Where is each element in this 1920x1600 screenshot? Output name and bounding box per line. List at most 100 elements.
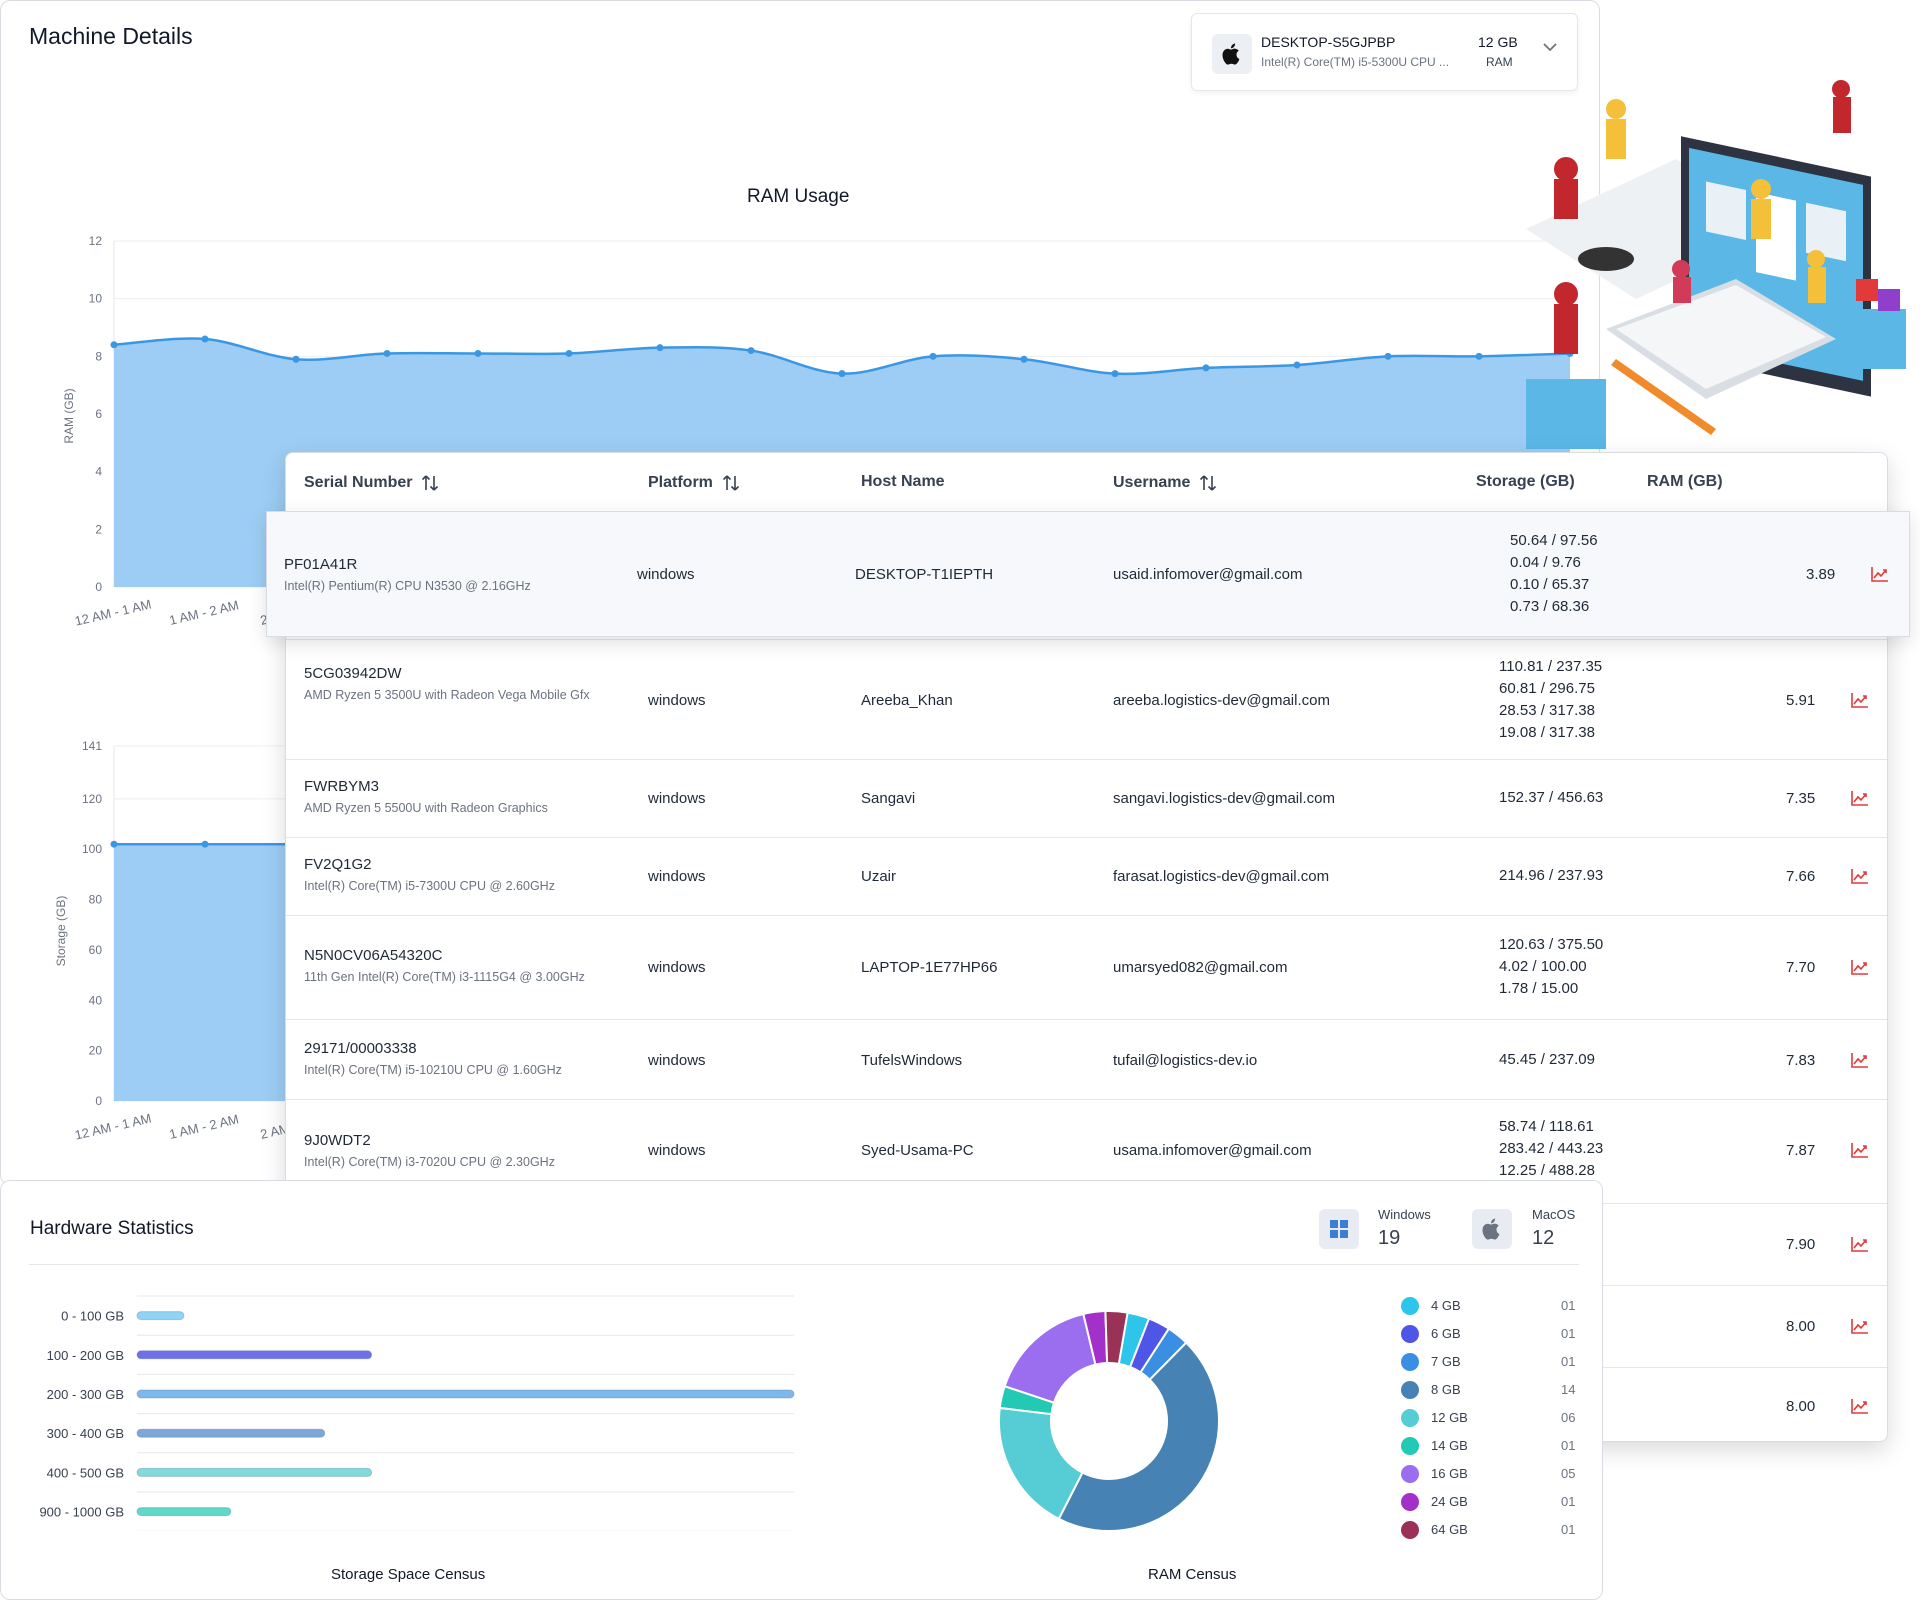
bar: [136, 1428, 326, 1438]
legend-item: 16 GB 05: [1401, 1461, 1581, 1485]
data-point: [1020, 355, 1028, 363]
serial-number: N5N0CV06A54320C: [304, 947, 443, 964]
header-storage: Storage (GB): [1476, 473, 1575, 490]
legend-label: 4 GB: [1431, 1298, 1461, 1313]
bar: [136, 1311, 185, 1321]
trend-chart-icon[interactable]: [1851, 692, 1869, 708]
host-name: LAPTOP-1E77HP66: [861, 959, 998, 976]
os-count-macos: 12: [1532, 1227, 1555, 1249]
ram-value: 7.87: [1786, 1142, 1816, 1159]
serial-number: FWRBYM3: [304, 778, 379, 795]
data-point: [1111, 370, 1119, 378]
header-username[interactable]: Username: [1113, 473, 1218, 493]
x-tick-label: 1 AM - 2 AM: [168, 597, 240, 628]
legend-count: 01: [1561, 1522, 1576, 1537]
trend-chart-icon[interactable]: [1851, 1398, 1869, 1414]
windows-icon: [1319, 1209, 1359, 1249]
chevron-down-icon[interactable]: [1542, 42, 1558, 52]
divider: [29, 1264, 1579, 1265]
selected-ram-value: 12 GB: [1478, 34, 1518, 50]
trend-chart-icon[interactable]: [1851, 790, 1869, 806]
platform: windows: [637, 566, 695, 583]
data-point: [110, 840, 118, 848]
platform: windows: [648, 692, 706, 709]
legend-swatch: [1401, 1493, 1419, 1511]
legend-label: 16 GB: [1431, 1466, 1468, 1481]
category-label: 900 - 1000 GB: [39, 1505, 124, 1520]
y-tick-label: 8: [95, 349, 102, 363]
cpu-model: AMD Ryzen 5 5500U with Radeon Graphics: [304, 801, 548, 815]
ram-y-axis-label: RAM (GB): [62, 388, 76, 443]
storage-values: 152.37 / 456.63: [1499, 789, 1604, 806]
table-row[interactable]: 29171/00003338 Intel(R) Core(TM) i5-10210…: [286, 1019, 1887, 1100]
header-serial-number[interactable]: Serial Number: [304, 473, 440, 493]
trend-chart-icon[interactable]: [1851, 1318, 1869, 1334]
legend-count: 01: [1561, 1494, 1576, 1509]
table-row[interactable]: FWRBYM3 AMD Ryzen 5 5500U with Radeon Gra…: [286, 759, 1887, 838]
serial-number: 29171/00003338: [304, 1040, 417, 1057]
y-tick-label: 80: [89, 893, 103, 907]
username: areeba.logistics-dev@gmail.com: [1113, 692, 1330, 709]
trend-chart-icon[interactable]: [1851, 868, 1869, 884]
data-point: [1202, 364, 1210, 372]
ram-value: 7.90: [1786, 1236, 1816, 1253]
os-name-windows: Windows: [1378, 1207, 1431, 1222]
data-point: [110, 341, 118, 349]
ram-value: 7.70: [1786, 959, 1816, 976]
sort-icon[interactable]: [420, 473, 440, 493]
host-name: Syed-Usama-PC: [861, 1142, 974, 1159]
x-tick-label: 12 AM - 1 AM: [73, 1111, 152, 1143]
cpu-model: AMD Ryzen 5 3500U with Radeon Vega Mobil…: [304, 688, 590, 702]
legend-swatch: [1401, 1381, 1419, 1399]
table-row[interactable]: N5N0CV06A54320C 11th Gen Intel(R) Core(TM…: [286, 915, 1887, 1020]
username: umarsyed082@gmail.com: [1113, 959, 1288, 976]
storage-values: 45.45 / 237.09: [1499, 1051, 1595, 1068]
legend-item: 8 GB 14: [1401, 1377, 1581, 1401]
trend-chart-icon[interactable]: [1851, 1236, 1869, 1252]
trend-chart-icon[interactable]: [1851, 1142, 1869, 1158]
cpu-model: Intel(R) Core(TM) i3-7020U CPU @ 2.30GHz: [304, 1155, 555, 1169]
bar: [136, 1350, 373, 1360]
username: farasat.logistics-dev@gmail.com: [1113, 868, 1330, 885]
table-row[interactable]: FV2Q1G2 Intel(R) Core(TM) i5-7300U CPU @ …: [286, 837, 1887, 916]
ram-value: 8.00: [1786, 1398, 1816, 1415]
sort-icon[interactable]: [721, 473, 741, 493]
storage-values: 58.74 / 118.61 283.42 / 443.23 12.25 / 488…: [1499, 1118, 1604, 1179]
table-row[interactable]: 5CG03942DW AMD Ryzen 5 3500U with Radeon …: [286, 639, 1887, 760]
serial-number: 9J0WDT2: [304, 1132, 371, 1149]
header-ram: RAM (GB): [1647, 473, 1723, 490]
legend-count: 14: [1561, 1382, 1576, 1397]
data-point: [747, 347, 755, 355]
ram-value: 3.89: [1806, 566, 1836, 583]
header-platform[interactable]: Platform: [648, 473, 741, 493]
y-tick-label: 0: [95, 580, 102, 594]
trend-chart-icon[interactable]: [1851, 1052, 1869, 1068]
area-fill: [114, 844, 296, 1101]
x-tick-label: 12 AM - 1 AM: [73, 597, 152, 629]
category-label: 400 - 500 GB: [47, 1465, 124, 1480]
apple-icon: [1212, 34, 1252, 74]
selected-host-name: DESKTOP-S5GJPBP: [1261, 34, 1396, 50]
pie-slice: [1003, 1312, 1097, 1404]
trend-chart-icon[interactable]: [1871, 566, 1889, 582]
sort-icon[interactable]: [1198, 473, 1218, 493]
data-point: [474, 349, 482, 357]
legend-item: 6 GB 01: [1401, 1321, 1581, 1345]
legend-count: 05: [1561, 1466, 1576, 1481]
selected-cpu: Intel(R) Core(TM) i5-5300U CPU ...: [1261, 55, 1450, 69]
host-name: Areeba_Khan: [861, 692, 953, 709]
table-row-selected[interactable]: PF01A41R Intel(R) Pentium(R) CPU N3530 @ …: [266, 511, 1910, 637]
os-count-windows: 19: [1378, 1227, 1401, 1249]
legend-label: 6 GB: [1431, 1326, 1461, 1341]
y-tick-label: 20: [89, 1044, 103, 1058]
y-tick-label: 100: [82, 842, 102, 856]
trend-chart-icon[interactable]: [1851, 959, 1869, 975]
cpu-model: 11th Gen Intel(R) Core(TM) i3-1115G4 @ 3…: [304, 970, 585, 984]
hardware-statistics-title: Hardware Statistics: [30, 1218, 194, 1239]
platform: windows: [648, 959, 706, 976]
y-tick-label: 0: [95, 1094, 102, 1108]
y-tick-label: 12: [89, 234, 103, 248]
storage-values: 110.81 / 237.35 60.81 / 296.75 28.53 / 317…: [1499, 658, 1603, 741]
y-tick-label: 2: [95, 522, 102, 536]
legend-item: 64 GB 01: [1401, 1517, 1581, 1541]
